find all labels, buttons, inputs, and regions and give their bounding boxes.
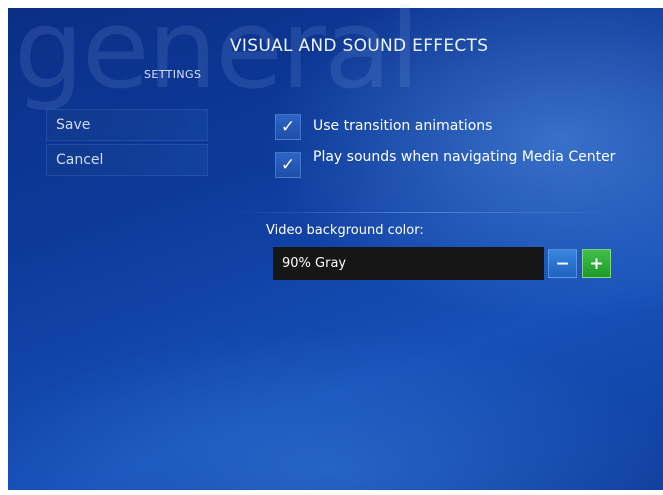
transition-animations-option[interactable]: ✓ Use transition animations: [275, 114, 623, 140]
video-background-value[interactable]: 90% Gray: [273, 247, 544, 280]
bottom-border: [0, 490, 663, 495]
checkmark-icon: ✓: [280, 117, 296, 137]
page-title: VISUAL AND SOUND EFFECTS: [230, 36, 489, 56]
checkmark-icon: ✓: [280, 155, 296, 175]
plus-icon: +: [589, 253, 604, 274]
side-menu: Save Cancel: [46, 109, 208, 179]
minus-icon: −: [555, 253, 570, 274]
navigation-sounds-label: Play sounds when navigating Media Center: [313, 149, 616, 165]
transition-animations-label: Use transition animations: [313, 118, 493, 134]
navigation-sounds-checkbox[interactable]: ✓: [275, 152, 301, 178]
increment-button[interactable]: +: [582, 249, 611, 278]
save-button[interactable]: Save: [46, 109, 208, 141]
transition-animations-checkbox[interactable]: ✓: [275, 114, 301, 140]
video-background-label: Video background color:: [266, 223, 424, 238]
decrement-button[interactable]: −: [548, 249, 577, 278]
section-label: SETTINGS: [144, 68, 202, 81]
left-border: [0, 0, 8, 495]
cancel-button[interactable]: Cancel: [46, 144, 208, 176]
section-divider: [228, 212, 618, 213]
navigation-sounds-option[interactable]: ✓ Play sounds when navigating Media Cent…: [275, 149, 623, 178]
